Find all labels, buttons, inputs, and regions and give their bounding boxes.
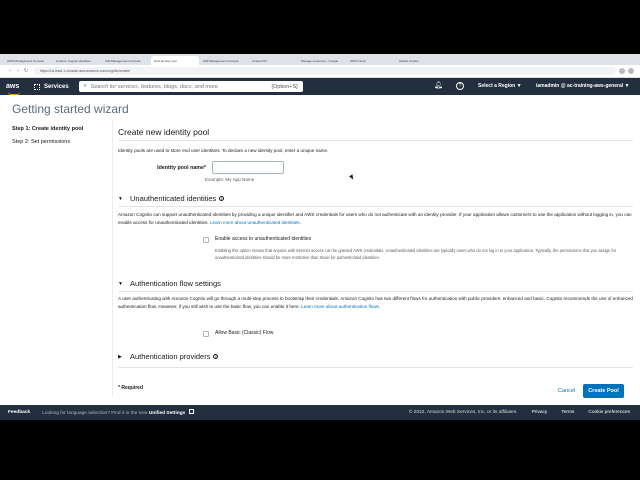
back-icon[interactable]: ‹ <box>6 68 14 74</box>
basic-flow-checkbox-label[interactable]: Allow Basic (Classic) Flow <box>215 330 273 336</box>
global-search[interactable]: ⌕ [Option+S] <box>78 81 303 92</box>
pool-name-label: Identity pool name* <box>157 164 206 171</box>
authflow-description: A user authenticating with Amazon Cognit… <box>118 296 633 309</box>
step-set-permissions[interactable]: Step 2: Set permissions <box>12 139 110 145</box>
region-selector[interactable]: Select a Region ▼ <box>478 83 522 89</box>
authflow-learn-more-link[interactable]: Learn more about authentication flows. <box>301 304 380 309</box>
form-heading: Create new identity pool <box>118 127 210 137</box>
unified-settings-link[interactable]: Unified Settings <box>149 411 186 416</box>
forward-icon[interactable]: › <box>14 68 22 74</box>
account-menu[interactable]: iamadmin @ ac-training-aws-general ▼ <box>536 83 629 89</box>
create-pool-button[interactable]: Create Pool <box>583 384 624 398</box>
profile-icon[interactable] <box>628 68 634 74</box>
privacy-link[interactable]: Privacy <box>532 410 548 415</box>
basic-flow-checkbox[interactable] <box>203 331 209 337</box>
services-label: Services <box>44 83 69 90</box>
unauth-section-title: Unauthenticated identities <box>130 194 217 203</box>
pool-name-input[interactable] <box>212 161 284 174</box>
basic-flow-checkbox-row: Allow Basic (Classic) Flow <box>203 330 273 337</box>
unauth-checkbox[interactable] <box>203 237 209 243</box>
browser-tab[interactable]: New identity pool <box>151 56 199 65</box>
wizard-content: Create new identity pool Identity pools … <box>118 120 633 398</box>
console-footer: Feedback Looking for language selection?… <box>0 405 640 420</box>
browser-tab[interactable]: AWS Cloud <box>347 56 395 65</box>
unauth-description: Amazon Cognito can support unauthenticat… <box>118 212 632 225</box>
browser-tab[interactable]: IAM Management Console <box>200 56 248 65</box>
browser-tab[interactable]: Amazon Cognito identities <box>53 56 101 65</box>
browser-tab[interactable]: Manage resources - Google <box>298 56 346 65</box>
browser-tab[interactable]: GitHub Copilot <box>396 56 444 65</box>
required-note: * Required <box>118 385 144 391</box>
authflow-section-title: Authentication flow settings <box>130 279 221 288</box>
steps-divider <box>112 120 113 396</box>
browser-tab[interactable]: IAM Management Console <box>102 56 150 65</box>
feedback-link[interactable]: Feedback <box>8 410 30 415</box>
search-icon: ⌕ <box>83 83 87 89</box>
aws-logo[interactable]: aws <box>6 83 28 95</box>
cookie-preferences-link[interactable]: Cookie preferences <box>588 410 630 415</box>
unauth-checkbox-help: Enabling this option means that anyone w… <box>215 248 617 260</box>
unauth-checkbox-row: Enable access to unauthenticated identit… <box>203 236 311 243</box>
url-field[interactable]: https://us-east-1.console.aws.amazon.com… <box>34 67 616 75</box>
providers-divider <box>118 367 633 368</box>
unauth-divider <box>118 206 633 207</box>
pool-name-example: Example: My App Name <box>205 177 255 182</box>
browser-tab[interactable]: AmazonS3 <box>249 56 297 65</box>
copyright-text: © 2022, Amazon Web Services, Inc. or its… <box>408 410 518 415</box>
caret-down-icon: ▼ <box>118 195 123 202</box>
language-notice: Looking for language selection? Find it … <box>42 409 194 416</box>
page-title: Getting started wizard <box>12 102 129 116</box>
footer-links: © 2022, Amazon Web Services, Inc. or its… <box>395 410 630 415</box>
grid-icon <box>34 83 40 90</box>
step-create-identity-pool[interactable]: Step 1: Create identity pool <box>12 126 110 132</box>
external-link-icon <box>188 409 194 414</box>
pool-name-row: Identity pool name* <box>144 161 284 174</box>
bell-icon[interactable]: 🔔︎ <box>434 82 443 90</box>
authflow-divider <box>118 291 633 292</box>
providers-section-toggle[interactable]: ▶ Authentication providers i <box>118 352 219 361</box>
heading-divider <box>118 140 633 141</box>
terms-link[interactable]: Terms <box>561 410 574 415</box>
info-icon[interactable]: i <box>213 354 219 359</box>
caret-down-icon: ▼ <box>118 280 123 287</box>
search-input[interactable] <box>90 83 272 90</box>
reload-icon[interactable]: ↻ <box>22 68 30 74</box>
browser-address-bar: ‹ › ↻ https://us-east-1.console.aws.amaz… <box>0 65 640 78</box>
caret-right-icon: ▶ <box>118 353 122 360</box>
browser-tab-bar: AWS Management Console Amazon Cognito ide… <box>0 54 640 65</box>
cancel-button[interactable]: Cancel <box>558 388 575 394</box>
browser-tab[interactable]: AWS Management Console <box>4 56 52 65</box>
form-description: Identity pools are used to store end use… <box>118 148 329 153</box>
providers-section-title: Authentication providers <box>130 352 211 361</box>
unauth-learn-more-link[interactable]: Learn more about unauthenticated identit… <box>210 220 301 225</box>
authflow-section-toggle[interactable]: ▼ Authentication flow settings <box>118 279 221 288</box>
help-icon[interactable]: ? <box>456 82 464 90</box>
info-icon[interactable]: i <box>219 196 225 201</box>
search-shortcut: [Option+S] <box>271 83 298 90</box>
unauth-checkbox-label[interactable]: Enable access to unauthenticated identit… <box>215 236 311 242</box>
unauth-section-toggle[interactable]: ▼ Unauthenticated identities i <box>118 194 225 203</box>
services-menu-button[interactable]: Services <box>34 83 69 90</box>
wizard-steps: Step 1: Create identity pool Step 2: Set… <box>12 126 110 152</box>
extension-icon[interactable] <box>619 68 625 74</box>
